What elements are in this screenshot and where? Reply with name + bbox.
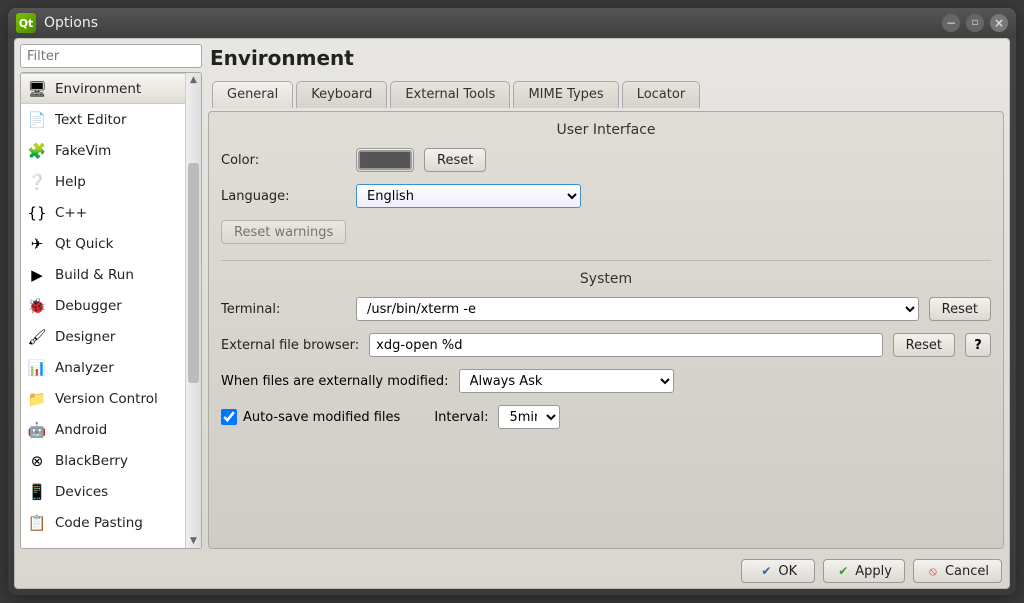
sidebar-item-qt-quick[interactable]: ✈ Qt Quick [21, 228, 185, 259]
window-title: Options [44, 15, 942, 31]
sidebar-item-environment[interactable]: 🖥 Environment [21, 73, 185, 104]
sidebar-icon: 📱 [27, 482, 47, 502]
tab-bar: GeneralKeyboardExternal ToolsMIME TypesL… [208, 80, 1004, 107]
sidebar-item-label: Devices [55, 484, 108, 500]
close-button[interactable] [990, 14, 1008, 32]
sidebar-item-blackberry[interactable]: ⊗ BlackBerry [21, 445, 185, 476]
sidebar-icon: 🐞 [27, 296, 47, 316]
maximize-button[interactable] [966, 14, 984, 32]
sidebar-item-label: Code Pasting [55, 515, 143, 531]
ext-modified-select[interactable]: Always Ask [459, 369, 674, 393]
sidebar-item-c-[interactable]: {} C++ [21, 197, 185, 228]
help-button[interactable]: ? [965, 333, 991, 357]
sidebar-item-fakevim[interactable]: 🧩 FakeVim [21, 135, 185, 166]
sidebar-item-label: Build & Run [55, 267, 134, 283]
filter-input[interactable] [20, 44, 202, 68]
minimize-button[interactable] [942, 14, 960, 32]
category-tree: 🖥 Environment 📄 Text Editor 🧩 FakeVim ❔ Help {} C… [20, 72, 202, 549]
autosave-label: Auto-save modified files [243, 410, 400, 425]
reset-warnings-button[interactable]: Reset warnings [221, 220, 346, 244]
tab-external-tools[interactable]: External Tools [390, 81, 510, 108]
user-interface-group: User Interface Color: Reset Language: En… [221, 122, 991, 246]
sidebar-item-designer[interactable]: 🖌 Designer [21, 321, 185, 352]
tab-general[interactable]: General [212, 81, 293, 108]
dialog-footer: ✔OK ✔Apply ⦸Cancel [20, 555, 1004, 583]
external-file-browser-input[interactable] [369, 333, 883, 357]
sidebar-item-version-control[interactable]: 📁 Version Control [21, 383, 185, 414]
color-swatch [358, 150, 412, 170]
sidebar-icon: {} [27, 203, 47, 223]
sidebar-item-label: Version Control [55, 391, 158, 407]
tab-keyboard[interactable]: Keyboard [296, 81, 387, 108]
sidebar-item-devices[interactable]: 📱 Devices [21, 476, 185, 507]
sidebar-item-label: Qt Quick [55, 236, 113, 252]
cancel-icon: ⦸ [926, 564, 940, 578]
tab-locator[interactable]: Locator [622, 81, 700, 108]
sidebar-item-label: FakeVim [55, 143, 111, 159]
sidebar-icon: 📊 [27, 358, 47, 378]
sidebar-item-android[interactable]: 🤖 Android [21, 414, 185, 445]
qt-app-icon: Qt [16, 13, 36, 33]
sidebar-icon: ❔ [27, 172, 47, 192]
tab-mime-types[interactable]: MIME Types [513, 81, 618, 108]
interval-select[interactable]: 5min [498, 405, 560, 429]
color-picker-button[interactable] [356, 148, 414, 172]
sidebar-icon: 🧩 [27, 141, 47, 161]
sidebar-item-label: Debugger [55, 298, 122, 314]
extbrowser-reset-button[interactable]: Reset [893, 333, 955, 357]
system-title: System [221, 271, 991, 287]
sidebar-item-label: BlackBerry [55, 453, 128, 469]
sidebar-item-analyzer[interactable]: 📊 Analyzer [21, 352, 185, 383]
terminal-label: Terminal: [221, 302, 346, 317]
sidebar-item-label: C++ [55, 205, 87, 221]
color-reset-button[interactable]: Reset [424, 148, 486, 172]
check-icon: ✔ [759, 564, 773, 578]
sidebar-item-help[interactable]: ❔ Help [21, 166, 185, 197]
interval-label: Interval: [434, 410, 488, 425]
sidebar-icon: 🤖 [27, 420, 47, 440]
page-title: Environment [208, 44, 1004, 76]
autosave-checkbox-label[interactable]: Auto-save modified files [221, 409, 400, 425]
language-label: Language: [221, 189, 346, 204]
sidebar-icon: ▶ [27, 265, 47, 285]
sidebar-item-label: Text Editor [55, 112, 127, 128]
autosave-checkbox[interactable] [221, 409, 237, 425]
sidebar-item-label: Help [55, 174, 86, 190]
terminal-reset-button[interactable]: Reset [929, 297, 991, 321]
apply-icon: ✔ [836, 564, 850, 578]
sidebar-item-debugger[interactable]: 🐞 Debugger [21, 290, 185, 321]
sidebar-item-build-run[interactable]: ▶ Build & Run [21, 259, 185, 290]
ok-button[interactable]: ✔OK [741, 559, 815, 583]
color-label: Color: [221, 153, 346, 168]
sidebar-icon: 📁 [27, 389, 47, 409]
sidebar-item-text-editor[interactable]: 📄 Text Editor [21, 104, 185, 135]
sidebar-icon: 📄 [27, 110, 47, 130]
terminal-select[interactable]: /usr/bin/xterm -e [356, 297, 919, 321]
sidebar-item-code-pasting[interactable]: 📋 Code Pasting [21, 507, 185, 538]
sidebar-icon: 🖌 [27, 327, 47, 347]
sidebar-item-label: Environment [55, 81, 141, 97]
apply-button[interactable]: ✔Apply [823, 559, 905, 583]
ext-modified-label: When files are externally modified: [221, 374, 449, 389]
sidebar-icon: 📋 [27, 513, 47, 533]
sidebar-icon: ⊗ [27, 451, 47, 471]
extbrowser-label: External file browser: [221, 338, 359, 353]
sidebar-icon: ✈ [27, 234, 47, 254]
options-window: Qt Options 🖥 Environment 📄 Text Editor 🧩 Fake… [8, 8, 1016, 595]
tab-panel-general: User Interface Color: Reset Language: En… [208, 111, 1004, 549]
language-select[interactable]: English [356, 184, 581, 208]
titlebar: Qt Options [8, 8, 1016, 38]
sidebar-icon: 🖥 [27, 79, 47, 99]
tree-scrollbar[interactable]: ▲ ▼ [185, 73, 201, 548]
user-interface-title: User Interface [221, 122, 991, 138]
system-group: System Terminal: /usr/bin/xterm -e Reset… [221, 260, 991, 431]
sidebar-item-label: Analyzer [55, 360, 114, 376]
sidebar-item-label: Designer [55, 329, 115, 345]
sidebar-item-label: Android [55, 422, 107, 438]
cancel-button[interactable]: ⦸Cancel [913, 559, 1002, 583]
